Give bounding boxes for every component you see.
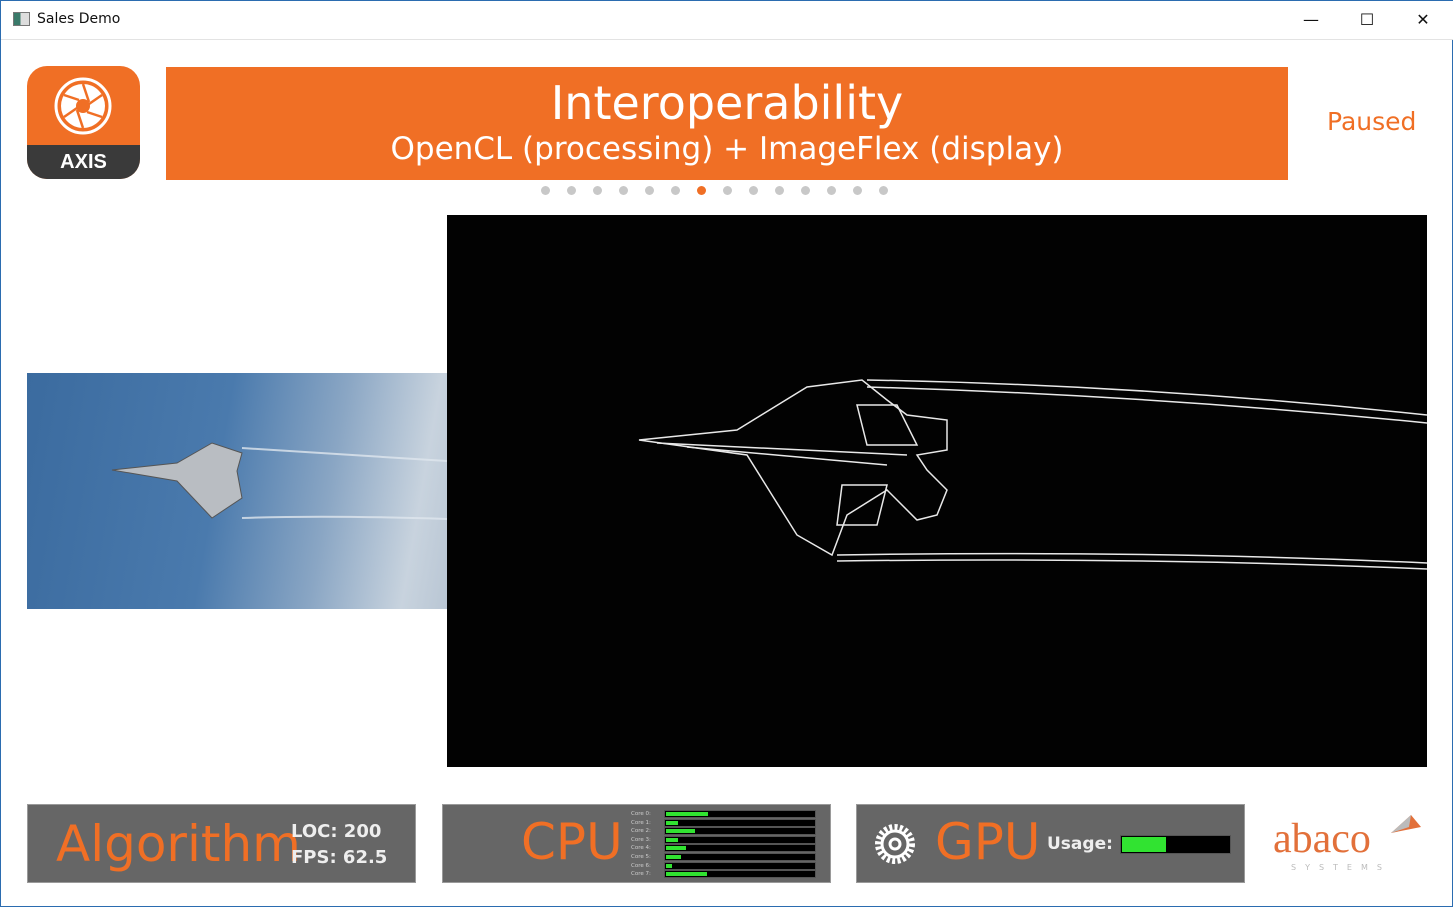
gpu-label: GPU [935, 813, 1041, 871]
abaco-logo-mark [1391, 815, 1421, 833]
algorithm-label: Algorithm [56, 815, 301, 873]
pager-dot[interactable] [775, 186, 784, 195]
playback-status[interactable]: Paused [1327, 107, 1416, 136]
core-usage-bar [664, 844, 816, 853]
aperture-icon [54, 77, 112, 135]
gpu-usage-label: Usage: [1047, 834, 1113, 854]
slide-pager [541, 186, 888, 195]
pager-dot[interactable] [723, 186, 732, 195]
pager-dot[interactable] [749, 186, 758, 195]
axis-logo: AXIS [27, 66, 140, 179]
pager-dot[interactable] [853, 186, 862, 195]
pager-dot[interactable] [671, 186, 680, 195]
processed-image [447, 215, 1428, 767]
pager-dot[interactable] [697, 186, 706, 195]
cpu-core-row: Core 1: [631, 818, 816, 827]
source-image [27, 373, 447, 609]
pager-dot[interactable] [567, 186, 576, 195]
core-label: Core 7: [631, 871, 651, 878]
core-usage-bar [664, 853, 816, 861]
axis-logo-text: AXIS [27, 145, 140, 179]
cpu-core-row: Core 0: [631, 810, 816, 818]
core-usage-bar [664, 861, 816, 870]
pager-dot[interactable] [619, 186, 628, 195]
gear-icon [875, 824, 915, 864]
fps-value: FPS: 62.5 [291, 847, 388, 868]
pager-dot[interactable] [879, 186, 888, 195]
cpu-core-row: Core 2: [631, 827, 816, 836]
slide-banner: Interoperability OpenCL (processing) + I… [166, 67, 1288, 180]
core-usage-bar [664, 827, 816, 836]
core-label: Core 2: [631, 828, 651, 835]
core-label: Core 6: [631, 862, 651, 869]
window-title: Sales Demo [37, 11, 121, 27]
core-usage-bar [664, 810, 816, 818]
cpu-core-row: Core 5: [631, 853, 816, 861]
cpu-panel: CPU Core 0: Core 1: Core 2: Core 3: Core 4: C… [442, 804, 831, 883]
cpu-core-row: Core 7: [631, 870, 816, 879]
abaco-logo-sub: SYSTEMS [1291, 863, 1391, 872]
core-label: Core 4: [631, 845, 651, 852]
algorithm-panel: Algorithm LOC: 200 FPS: 62.5 [27, 804, 416, 883]
cpu-label: CPU [521, 813, 623, 871]
loc-value: LOC: 200 [291, 821, 382, 842]
maximize-button[interactable]: ☐ [1344, 7, 1390, 33]
core-usage-bar [664, 835, 816, 844]
slide-title: Interoperability [550, 76, 904, 130]
cpu-core-row: Core 4: [631, 844, 816, 853]
slide-subtitle: OpenCL (processing) + ImageFlex (display… [390, 131, 1064, 167]
pager-dot[interactable] [593, 186, 602, 195]
abaco-logo: abaco [1273, 816, 1371, 862]
minimize-button[interactable]: — [1288, 7, 1334, 33]
core-usage-bar [664, 818, 816, 827]
gpu-usage-bar [1120, 835, 1231, 854]
core-label: Core 1: [631, 819, 651, 826]
close-button[interactable]: ✕ [1400, 7, 1446, 33]
core-usage-bar [664, 870, 816, 879]
pager-dot[interactable] [827, 186, 836, 195]
cpu-core-row: Core 6: [631, 861, 816, 870]
gpu-panel: GPU Usage: [856, 804, 1245, 883]
pager-dot[interactable] [645, 186, 654, 195]
core-label: Core 3: [631, 836, 651, 843]
pager-dot[interactable] [801, 186, 810, 195]
core-label: Core 0: [631, 811, 651, 817]
app-icon [13, 12, 30, 26]
title-bar: Sales Demo — ☐ ✕ [1, 1, 1453, 40]
pager-dot[interactable] [541, 186, 550, 195]
cpu-core-row: Core 3: [631, 835, 816, 844]
core-label: Core 5: [631, 854, 651, 860]
